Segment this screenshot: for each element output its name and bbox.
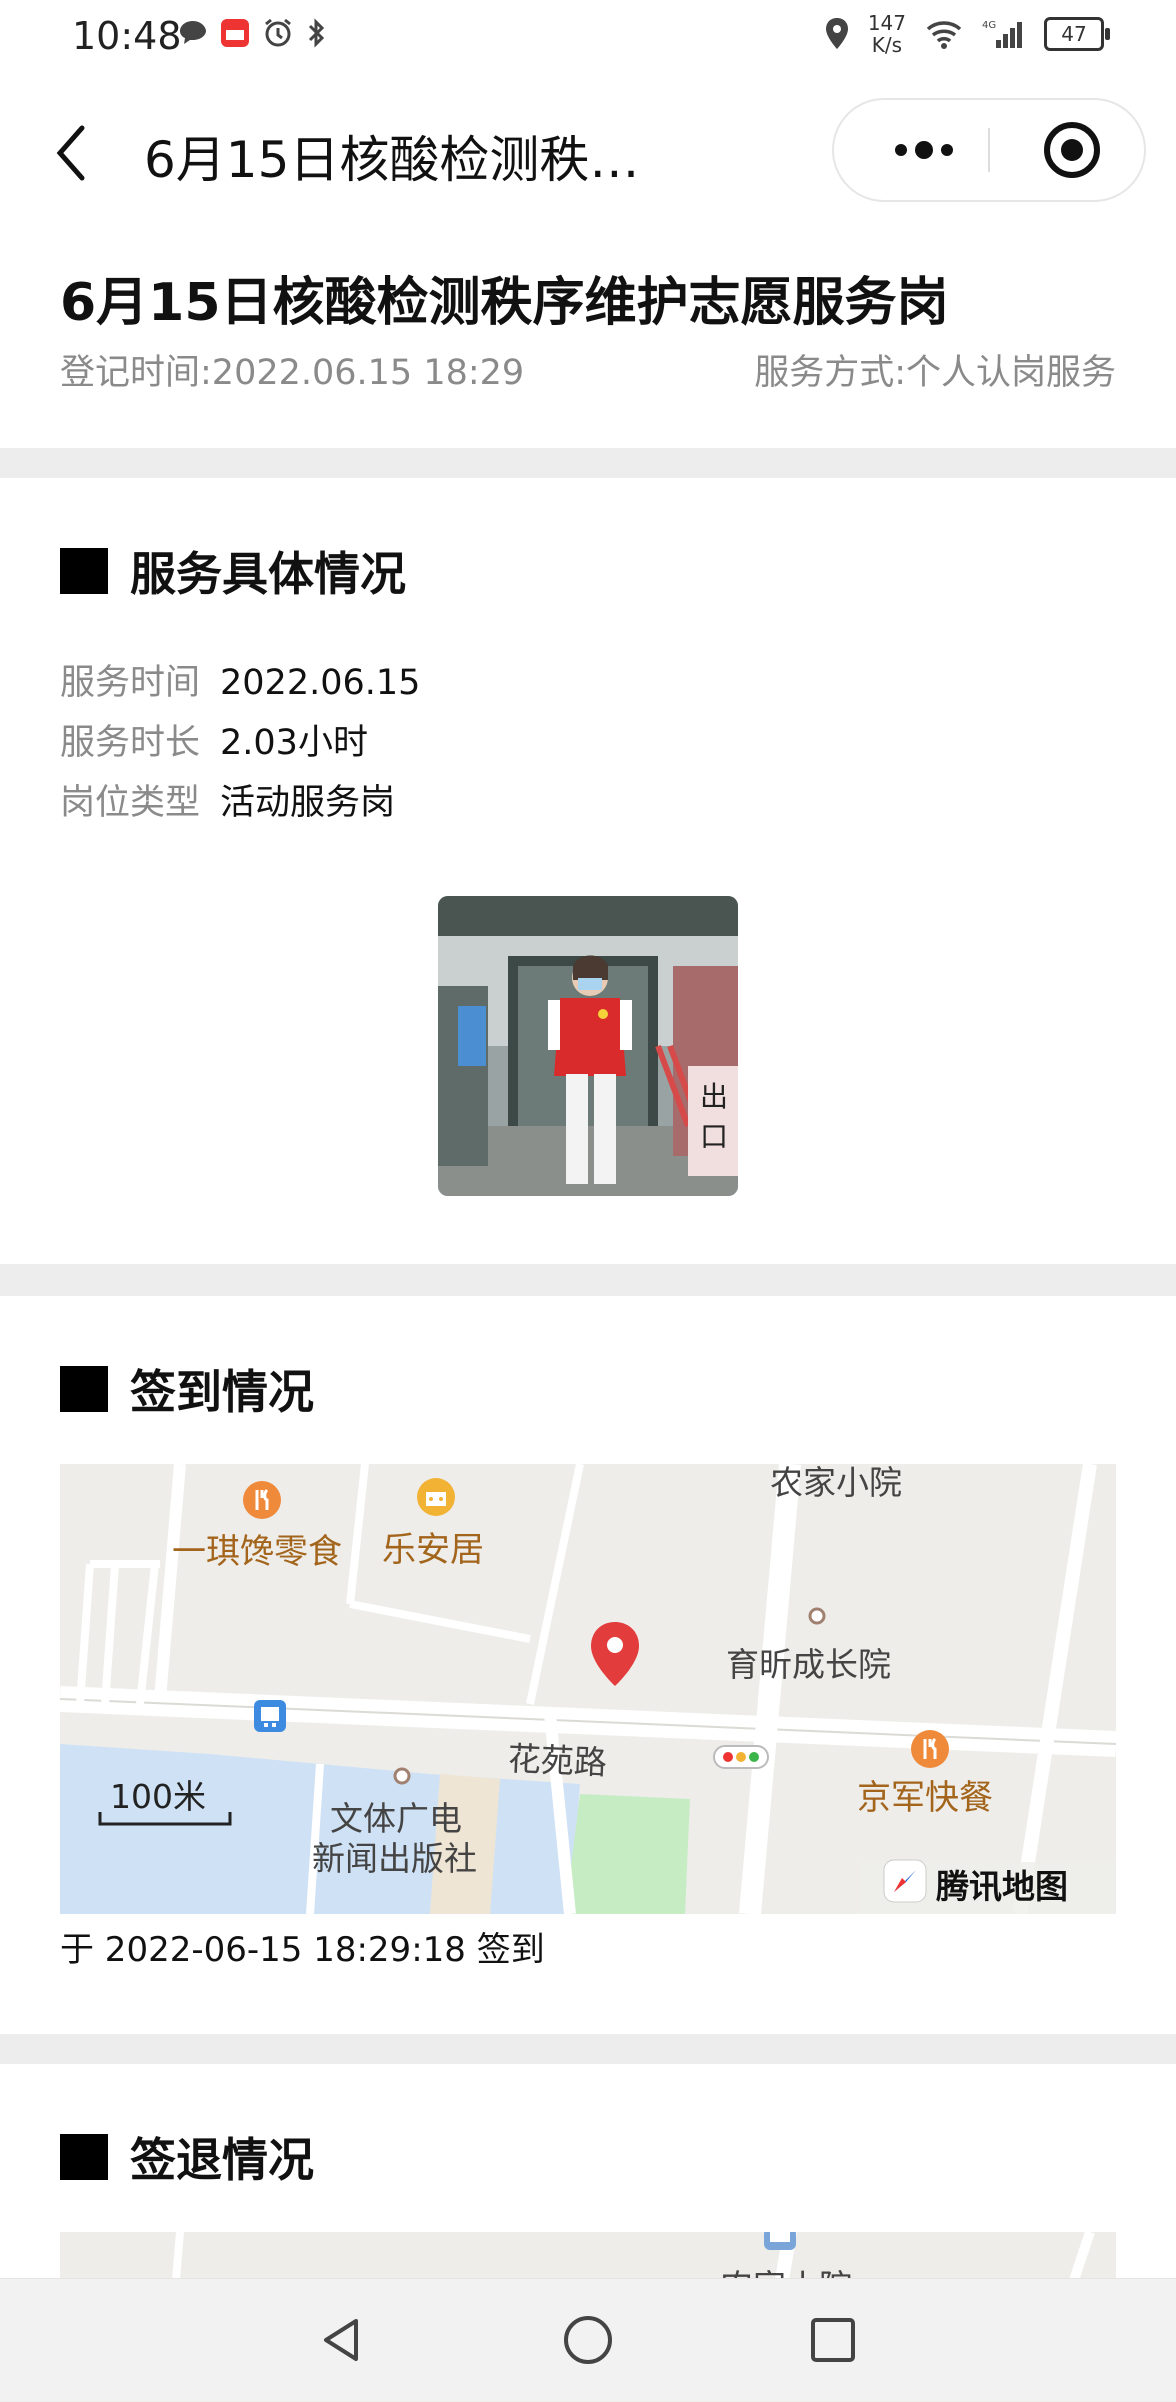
alarm-icon	[265, 18, 291, 47]
bus-stop-icon	[254, 1700, 286, 1732]
map-scale-bar	[98, 1812, 232, 1826]
square-recents-icon	[811, 2318, 855, 2362]
location-pin-icon	[825, 18, 848, 49]
activity-title: 6月15日核酸检测秩序维护志愿服务岗	[60, 273, 949, 333]
app-badge-icon	[221, 19, 249, 47]
register-time-label: 登记时间:	[60, 353, 212, 393]
restaurant-poi-icon	[911, 1730, 949, 1768]
detail-value: 活动服务岗	[220, 783, 396, 823]
system-home-button[interactable]	[555, 2307, 621, 2373]
detail-value: 2.03小时	[220, 723, 368, 763]
service-photo[interactable]: 出 口	[438, 896, 738, 1196]
net-speed: 147 K/s	[868, 12, 906, 56]
triangle-back-icon	[324, 2319, 358, 2361]
section-title: 服务具体情况	[130, 547, 406, 601]
section-title: 签到情况	[130, 1365, 314, 1419]
target-close-icon[interactable]	[1044, 122, 1100, 178]
net-speed-value: 147	[867, 11, 906, 35]
map-road-label: 花苑路	[507, 1738, 608, 1783]
tencent-map-logo-icon	[883, 1859, 927, 1903]
map-provider-label: 腾讯地图	[936, 1867, 1068, 1906]
bus-stop-icon	[764, 2232, 796, 2250]
circle-home-icon	[564, 2316, 612, 2364]
service-mode-value: 个人认岗服务	[905, 353, 1116, 393]
checkout-header: 签退情况	[60, 2124, 314, 2190]
back-button[interactable]	[42, 118, 102, 188]
svg-text:4G: 4G	[982, 20, 996, 31]
service-mode-label: 服务方式:	[754, 353, 906, 393]
register-time: 登记时间:2022.06.15 18:29	[60, 344, 524, 395]
checkin-time-text: 于 2022-06-15 18:29:18 签到	[60, 1930, 545, 1970]
traffic-light-icon	[713, 1745, 769, 1769]
map-poi-residence: 乐安居	[382, 1530, 484, 1570]
system-back-button[interactable]	[310, 2307, 376, 2373]
section-title: 签退情况	[130, 2133, 314, 2187]
detail-row-service-date: 服务时间 2022.06.15	[60, 654, 420, 705]
detail-label: 服务时间	[60, 663, 201, 703]
residence-poi-icon	[417, 1478, 455, 1516]
checkin-map[interactable]: 一琪馋零食 乐安居 农家小院 育昕成长院 花苑路 京军快餐 文体广电 新闻出版社…	[60, 1464, 1116, 1914]
restaurant-poi-icon	[243, 1481, 281, 1519]
nav-title: 6月15日核酸检测秩…	[144, 131, 640, 189]
detail-value: 2022.06.15	[220, 663, 421, 703]
service-mode: 服务方式:个人认岗服务	[754, 344, 1116, 395]
system-navigation-bar	[0, 2278, 1176, 2401]
status-bar: 10:48 147 K/s 4G 47	[0, 0, 1176, 80]
system-recents-button[interactable]	[800, 2307, 866, 2373]
detail-label: 岗位类型	[60, 783, 201, 823]
detail-label: 服务时长	[60, 723, 201, 763]
checkin-header: 签到情况	[60, 1356, 314, 1422]
map-scale-label: 100米	[110, 1777, 206, 1816]
map-poi-fast-food: 京军快餐	[857, 1778, 993, 1818]
poi-dot-icon	[393, 1767, 411, 1785]
nav-bar: 6月15日核酸检测秩…	[0, 80, 1176, 220]
more-dots-icon[interactable]	[874, 100, 974, 200]
poi-dot-icon	[808, 1607, 826, 1625]
activity-header-card: 6月15日核酸检测秩序维护志愿服务岗 登记时间:2022.06.15 18:29…	[0, 220, 1176, 448]
map-poi-press: 新闻出版社	[312, 1839, 477, 1878]
section-marker	[60, 548, 108, 594]
status-time: 10:48	[72, 14, 182, 58]
status-right-icons: 147 K/s 4G 47	[824, 12, 1110, 56]
mini-program-capsule	[832, 98, 1146, 202]
capsule-divider	[988, 128, 990, 172]
svg-text:出: 出	[700, 1080, 728, 1113]
net-speed-unit: K/s	[871, 33, 903, 57]
section-marker	[60, 1366, 108, 1412]
status-notification-icons	[178, 18, 326, 48]
detail-row-service-duration: 服务时长 2.03小时	[60, 714, 368, 765]
chat-bubble-icon	[180, 21, 206, 44]
map-poi-farmhouse: 农家小院	[770, 1464, 902, 1502]
signal-icon: 4G	[982, 20, 1022, 48]
register-time-value: 2022.06.15 18:29	[211, 353, 525, 393]
section-marker	[60, 2134, 108, 2180]
bluetooth-icon	[308, 18, 325, 48]
back-chevron-icon	[56, 125, 85, 181]
map-poi-snack: 一琪馋零食	[172, 1532, 342, 1572]
battery-indicator: 47	[1044, 17, 1110, 51]
map-poi-growth-center: 育昕成长院	[726, 1645, 891, 1684]
volunteer-photo-image: 出 口	[438, 896, 738, 1196]
service-details-card: 服务具体情况 服务时间 2022.06.15 服务时长 2.03小时 岗位类型 活动服…	[0, 478, 1176, 1264]
service-details-header: 服务具体情况	[60, 538, 406, 604]
detail-row-post-type: 岗位类型 活动服务岗	[60, 774, 395, 825]
wifi-icon	[926, 21, 962, 49]
svg-text:口: 口	[700, 1120, 728, 1153]
location-marker-icon	[591, 1622, 639, 1686]
checkin-card: 签到情况 一琪馋零食 乐安居 农家小院 育昕成长院 花苑路 京军快餐 文体广电 …	[0, 1296, 1176, 2034]
